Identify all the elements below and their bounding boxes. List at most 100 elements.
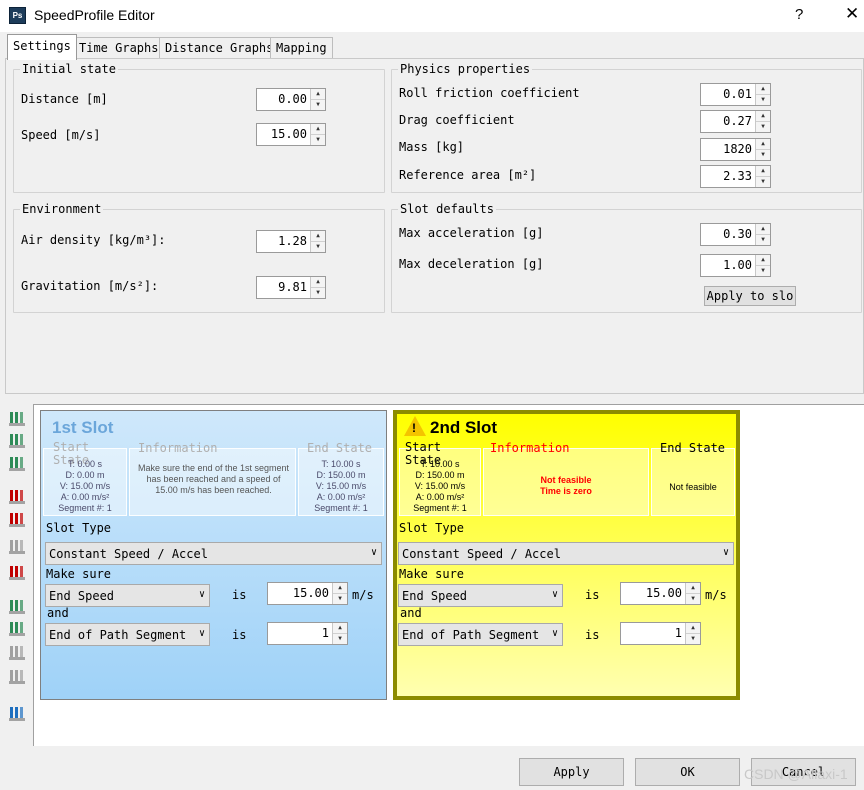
slot-1-start-values: T: 0.00 s D: 0.00 m V: 15.00 m/s A: 0.00 m/… <box>58 459 112 513</box>
spin-arrows-icon[interactable]: ▲ ▼ <box>332 583 347 604</box>
slot-2-condition2-combo[interactable]: End of Path Segment I ∨ <box>398 623 563 646</box>
gravitation-label: Gravitation [m/s²]: <box>21 279 159 293</box>
move-slot-right-icon[interactable] <box>8 620 28 638</box>
slot-1-value2-spinbox[interactable]: 1 ▲ ▼ <box>267 622 348 645</box>
app-icon: Ps <box>9 7 26 24</box>
spin-arrows-icon[interactable]: ▲ ▼ <box>310 89 325 110</box>
slot-2-end-text: Not feasible <box>669 482 717 492</box>
slot-1-title: 1st Slot <box>52 418 114 437</box>
max-acceleration-spinbox[interactable]: 0.30 ▲ ▼ <box>700 223 771 246</box>
distance-spinbox[interactable]: 0.00 ▲ ▼ <box>256 88 326 111</box>
spin-arrows-icon[interactable]: ▲ ▼ <box>755 84 770 105</box>
slot-1-condition1-combo[interactable]: End Speed ∨ <box>45 584 210 607</box>
delete-all-icon[interactable] <box>8 564 28 582</box>
slot-2-and-label: and <box>400 606 422 620</box>
drag-label: Drag coefficient <box>399 113 515 127</box>
mass-spinbox[interactable]: 1820 ▲ ▼ <box>700 138 771 161</box>
delete-slot-icon[interactable] <box>8 488 28 506</box>
physics-title: Physics properties <box>398 62 533 76</box>
slot-1-type-combo[interactable]: Constant Speed / Accel ∨ <box>45 542 382 565</box>
slot-2-info-text: Not feasible Time is zero <box>540 475 592 496</box>
spin-arrows-icon[interactable]: ▲ ▼ <box>310 277 325 298</box>
slot-2-type-combo[interactable]: Constant Speed / Accel ∨ <box>398 542 734 565</box>
add-slot-icon[interactable] <box>8 410 28 428</box>
slot-1-value1-spinbox[interactable]: 15.00 ▲ ▼ <box>267 582 348 605</box>
chevron-down-icon: ∨ <box>198 589 205 600</box>
move-disabled-icon[interactable] <box>8 644 28 662</box>
slot-2-type-label: Slot Type <box>399 521 465 535</box>
slot-defaults-title: Slot defaults <box>398 202 496 216</box>
max-deceleration-spinbox[interactable]: 1.00 ▲ ▼ <box>700 254 771 277</box>
delete-disabled-icon[interactable] <box>8 538 28 556</box>
air-density-spinbox[interactable]: 1.28 ▲ ▼ <box>256 230 326 253</box>
slot-2-title: 2nd Slot <box>430 418 498 437</box>
slot-2-is-label-2: is <box>585 628 600 642</box>
ok-button[interactable]: OK <box>635 758 740 786</box>
roll-friction-label: Roll friction coefficient <box>399 86 580 100</box>
close-button[interactable]: ✕ <box>845 4 859 24</box>
watermark: CSDN @Allaxi-1 <box>744 766 848 782</box>
spin-arrows-icon[interactable]: ▲ ▼ <box>685 583 700 604</box>
slot-1-end-heading: End State <box>307 441 373 455</box>
spin-arrows-icon[interactable]: ▲ ▼ <box>755 224 770 245</box>
tab-distance-graphs[interactable]: Distance Graphs <box>159 37 280 59</box>
insert-slot-icon[interactable] <box>8 432 28 450</box>
spin-arrows-icon[interactable]: ▲ ▼ <box>755 139 770 160</box>
drag-spinbox[interactable]: 0.27 ▲ ▼ <box>700 110 771 133</box>
slot-1-info-text: Make sure the end of the 1st segment has… <box>137 463 290 495</box>
distance-label: Distance [m] <box>21 92 108 106</box>
move-disabled-2-icon[interactable] <box>8 668 28 686</box>
slot-2-value2-spinbox[interactable]: 1 ▲ ▼ <box>620 622 701 645</box>
slot-2-make-sure-label: Make sure <box>399 567 465 581</box>
slot-2-is-label-1: is <box>585 588 600 602</box>
tab-mapping[interactable]: Mapping <box>270 37 333 59</box>
slot-1-is-label-2: is <box>232 628 247 642</box>
spin-arrows-icon[interactable]: ▲ ▼ <box>310 124 325 145</box>
apply-to-slots-button[interactable]: Apply to slo <box>704 286 796 306</box>
spin-arrows-icon[interactable]: ▲ ▼ <box>755 166 770 187</box>
slot-2-value1-spinbox[interactable]: 15.00 ▲ ▼ <box>620 582 701 605</box>
slot-1-condition2-combo[interactable]: End of Path Segment I ∨ <box>45 623 210 646</box>
chevron-down-icon: ∨ <box>551 589 558 600</box>
add-slot-after-icon[interactable] <box>8 455 28 473</box>
slot-1-info-heading: Information <box>138 441 218 455</box>
slot-2-info-heading: Information <box>490 441 570 455</box>
max-deceleration-label: Max deceleration [g] <box>399 257 544 271</box>
slot-2-unit-label: m/s <box>705 588 727 602</box>
environment-title: Environment <box>20 202 104 216</box>
delete-slot-red-icon[interactable] <box>8 511 28 529</box>
chevron-down-icon: ∨ <box>551 628 558 639</box>
tab-settings[interactable]: Settings <box>7 34 77 60</box>
move-slot-left-icon[interactable] <box>8 598 28 616</box>
air-density-label: Air density [kg/m³]: <box>21 233 166 247</box>
chevron-down-icon: ∨ <box>370 547 377 558</box>
gravitation-spinbox[interactable]: 9.81 ▲ ▼ <box>256 276 326 299</box>
initial-state-title: Initial state <box>20 62 118 76</box>
slot-2-condition1-combo[interactable]: End Speed ∨ <box>398 584 563 607</box>
chevron-down-icon: ∨ <box>198 628 205 639</box>
spin-arrows-icon[interactable]: ▲ ▼ <box>310 231 325 252</box>
slot-1-type-label: Slot Type <box>46 521 112 535</box>
reference-area-label: Reference area [m²] <box>399 168 537 182</box>
slot-1-end-values: T: 10.00 s D: 150.00 m V: 15.00 m/s A: 0.00… <box>314 459 368 513</box>
warning-mark: ! <box>412 421 416 435</box>
help-button[interactable]: ? <box>795 6 803 23</box>
apply-button[interactable]: Apply <box>519 758 624 786</box>
slot-2-end-heading: End State <box>660 441 726 455</box>
chevron-down-icon: ∨ <box>722 547 729 558</box>
speed-spinbox[interactable]: 15.00 ▲ ▼ <box>256 123 326 146</box>
spin-arrows-icon[interactable]: ▲ ▼ <box>685 623 700 644</box>
export-icon[interactable] <box>8 705 28 723</box>
max-acceleration-label: Max acceleration [g] <box>399 226 544 240</box>
slot-1-and-label: and <box>47 606 69 620</box>
slot-1-is-label-1: is <box>232 588 247 602</box>
slot-2-start-values: T: 10.00 s D: 150.00 m V: 15.00 m/s A: 0.00… <box>413 459 467 513</box>
spin-arrows-icon[interactable]: ▲ ▼ <box>332 623 347 644</box>
slot-1-make-sure-label: Make sure <box>46 567 112 581</box>
spin-arrows-icon[interactable]: ▲ ▼ <box>755 255 770 276</box>
spin-arrows-icon[interactable]: ▲ ▼ <box>755 111 770 132</box>
reference-area-spinbox[interactable]: 2.33 ▲ ▼ <box>700 165 771 188</box>
tab-time-graphs[interactable]: Time Graphs <box>73 37 165 59</box>
roll-friction-spinbox[interactable]: 0.01 ▲ ▼ <box>700 83 771 106</box>
mass-label: Mass [kg] <box>399 140 465 154</box>
